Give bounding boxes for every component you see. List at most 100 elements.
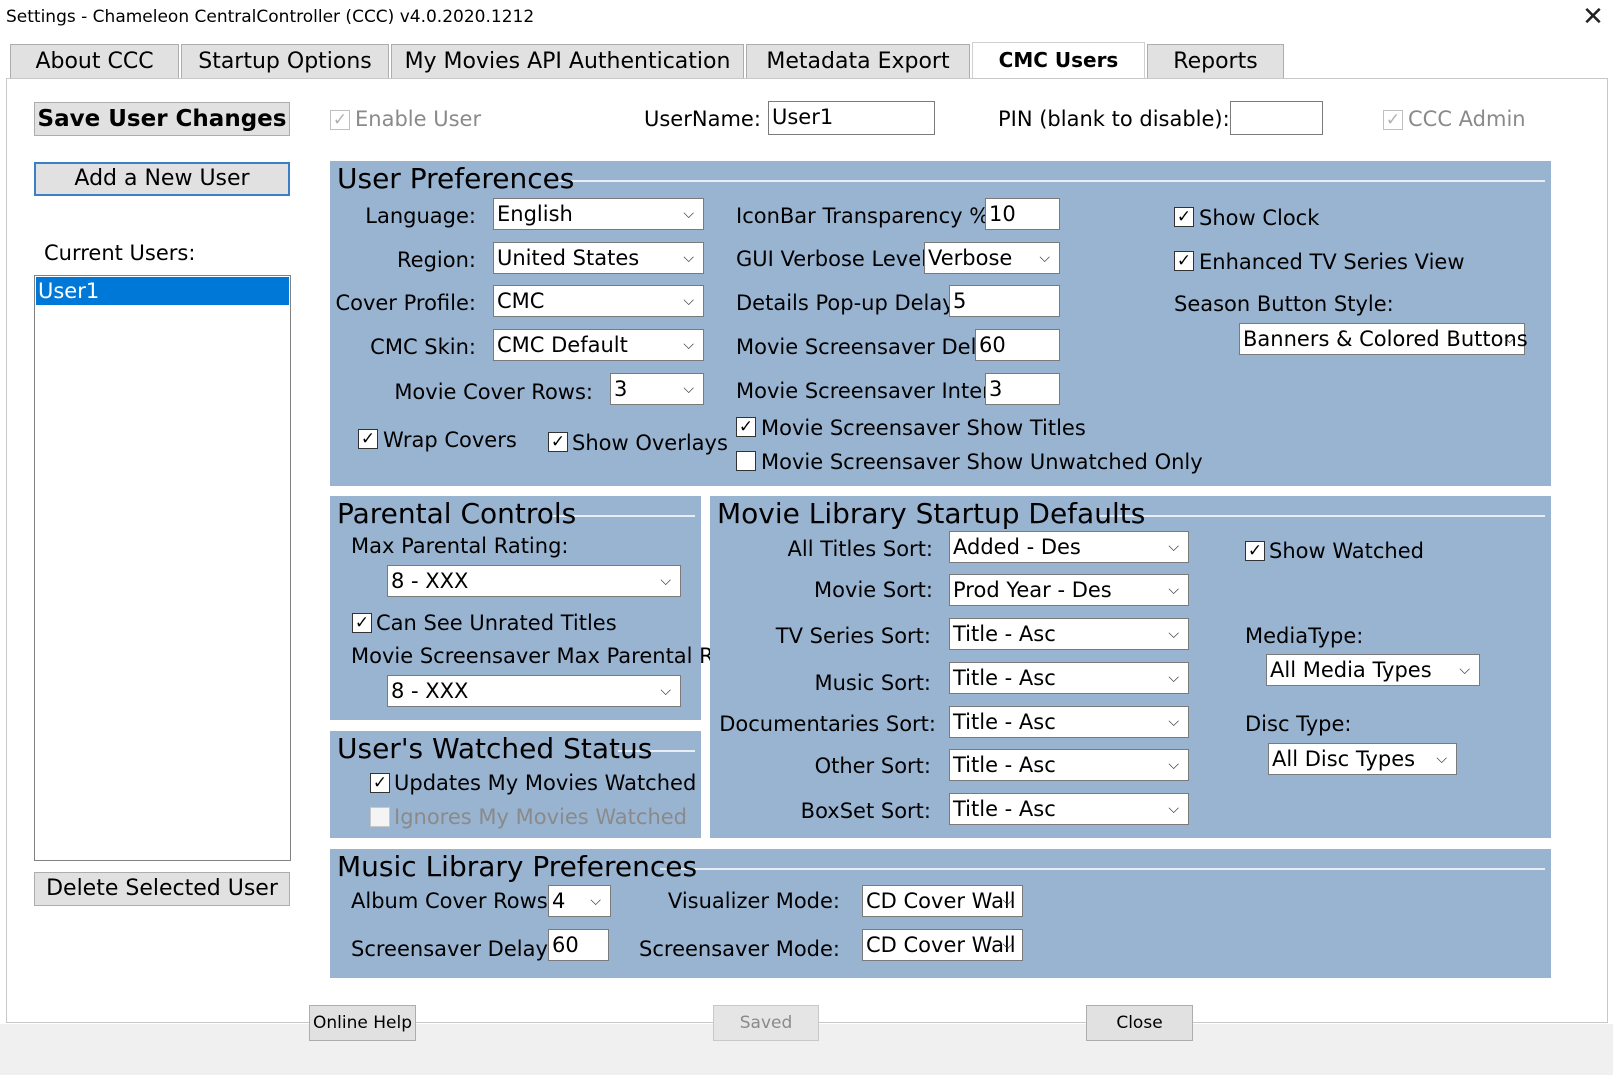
screensaver-unwatched-checkbox[interactable] (736, 451, 756, 471)
watched-status-title: User's Watched Status (337, 732, 653, 765)
screensaver-titles-label: Movie Screensaver Show Titles (761, 416, 1086, 440)
language-select[interactable]: English ⌵ (493, 198, 704, 230)
close-icon[interactable]: ✕ (1578, 2, 1608, 32)
screensaver-titles-checkbox[interactable]: ✓ (736, 417, 756, 437)
music-library-title: Music Library Preferences (337, 850, 698, 883)
unrated-titles-checkbox[interactable]: ✓ (352, 613, 372, 633)
language-value: English (497, 202, 573, 226)
show-overlays-checkbox[interactable]: ✓ (548, 432, 568, 452)
show-watched-checkbox[interactable]: ✓ (1245, 541, 1265, 561)
other-sort-value: Title - Asc (953, 753, 1056, 777)
chevron-down-icon: ⌵ (1168, 801, 1179, 817)
tab-about-ccc[interactable]: About CCC (10, 44, 179, 78)
cover-profile-label: Cover Profile: (335, 291, 476, 315)
tab-reports[interactable]: Reports (1147, 44, 1284, 78)
movie-sort-label: Movie Sort: (814, 578, 933, 602)
chevron-down-icon: ⌵ (1168, 539, 1179, 555)
iconbar-transparency-input[interactable]: 10 (985, 198, 1060, 230)
boxset-sort-value: Title - Asc (953, 797, 1056, 821)
add-user-button[interactable]: Add a New User (34, 162, 290, 196)
username-input[interactable]: User1 (768, 101, 935, 135)
gui-verbose-select[interactable]: Verbose ⌵ (924, 242, 1060, 274)
pin-label: PIN (blank to disable): (998, 107, 1230, 131)
chevron-down-icon: ⌵ (1002, 893, 1013, 909)
delete-user-button[interactable]: Delete Selected User (34, 872, 290, 906)
chevron-down-icon: ⌵ (660, 683, 671, 699)
enable-user-checkbox[interactable]: ✓ (330, 110, 350, 130)
screensaver-unwatched-label: Movie Screensaver Show Unwatched Only (761, 450, 1203, 474)
tab-startup-options[interactable]: Startup Options (181, 44, 389, 78)
ignores-watched-label: Ignores My Movies Watched (394, 805, 688, 829)
screensaver-interval-input[interactable]: 3 (985, 373, 1060, 405)
chevron-down-icon: ⌵ (1168, 582, 1179, 598)
chevron-down-icon: ⌵ (1168, 670, 1179, 686)
screensaver-delay-label: Movie Screensaver Delay: (736, 335, 1008, 359)
max-rating-value: 8 - XXX (391, 569, 469, 593)
chevron-down-icon: ⌵ (1436, 751, 1447, 767)
music-sort-value: Title - Asc (953, 666, 1056, 690)
documentaries-sort-select[interactable]: Title - Asc ⌵ (949, 706, 1189, 738)
season-style-select[interactable]: Banners & Colored Buttons ⌵ (1239, 323, 1528, 355)
chevron-down-icon: ⌵ (1459, 662, 1470, 678)
media-type-label: MediaType: (1245, 624, 1364, 648)
music-library-group: Music Library Preferences Album Cover Ro… (330, 849, 1551, 978)
show-overlays-label: Show Overlays (572, 431, 728, 455)
updates-watched-checkbox[interactable]: ✓ (370, 773, 390, 793)
saved-button[interactable]: Saved (713, 1005, 819, 1041)
tab-my-movies-api[interactable]: My Movies API Authentication (391, 44, 744, 78)
max-rating-label: Max Parental Rating: (351, 534, 569, 558)
enhanced-tv-label: Enhanced TV Series View (1199, 250, 1465, 274)
pin-input[interactable] (1230, 101, 1323, 135)
all-titles-sort-select[interactable]: Added - Des ⌵ (949, 531, 1189, 563)
chevron-down-icon: ⌵ (1168, 626, 1179, 642)
close-button[interactable]: Close (1086, 1005, 1193, 1041)
cover-profile-select[interactable]: CMC ⌵ (493, 285, 704, 317)
details-delay-input[interactable]: 5 (949, 285, 1060, 317)
disc-type-select[interactable]: All Disc Types ⌵ (1268, 743, 1457, 775)
media-type-select[interactable]: All Media Types ⌵ (1266, 654, 1480, 686)
album-cover-rows-select[interactable]: 4 ⌵ (548, 885, 611, 917)
ccc-admin-checkbox[interactable]: ✓ (1383, 110, 1403, 130)
language-label: Language: (365, 204, 476, 228)
users-listbox[interactable]: User1 (34, 275, 291, 861)
region-label: Region: (397, 248, 476, 272)
visualizer-mode-value: CD Cover Wall (866, 889, 1016, 913)
tab-metadata-export[interactable]: Metadata Export (746, 44, 970, 78)
screensaver-max-rating-select[interactable]: 8 - XXX ⌵ (387, 675, 681, 707)
music-sort-select[interactable]: Title - Asc ⌵ (949, 662, 1189, 694)
music-sort-label: Music Sort: (814, 671, 931, 695)
tab-cmc-users[interactable]: CMC Users (972, 42, 1145, 79)
region-select[interactable]: United States ⌵ (493, 242, 704, 274)
tv-series-sort-label: TV Series Sort: (775, 624, 931, 648)
music-screensaver-mode-value: CD Cover Wall (866, 933, 1016, 957)
movie-cover-rows-select[interactable]: 3 ⌵ (610, 373, 704, 405)
save-user-changes-button[interactable]: Save User Changes (34, 102, 290, 136)
all-titles-sort-value: Added - Des (953, 535, 1081, 559)
documentaries-sort-label: Documentaries Sort: (719, 712, 936, 736)
chevron-down-icon: ⌵ (683, 381, 694, 397)
music-screensaver-mode-select[interactable]: CD Cover Wall ⌵ (862, 929, 1023, 961)
username-label: UserName: (644, 107, 761, 131)
ignores-watched-checkbox[interactable] (370, 807, 390, 827)
iconbar-transparency-label: IconBar Transparency %: (736, 204, 997, 228)
wrap-covers-checkbox[interactable]: ✓ (358, 429, 378, 449)
movie-cover-rows-value: 3 (614, 377, 628, 401)
screensaver-delay-input[interactable]: 60 (975, 329, 1060, 361)
all-titles-sort-label: All Titles Sort: (787, 537, 933, 561)
enhanced-tv-checkbox[interactable]: ✓ (1174, 251, 1194, 271)
group-divider (660, 868, 1545, 870)
online-help-button[interactable]: Online Help (309, 1005, 416, 1041)
other-sort-select[interactable]: Title - Asc ⌵ (949, 749, 1189, 781)
tv-series-sort-select[interactable]: Title - Asc ⌵ (949, 618, 1189, 650)
chevron-down-icon: ⌵ (1168, 757, 1179, 773)
music-screensaver-delay-label: Screensaver Delay: (351, 937, 554, 961)
cmc-skin-select[interactable]: CMC Default ⌵ (493, 329, 704, 361)
list-item[interactable]: User1 (36, 277, 289, 305)
show-clock-checkbox[interactable]: ✓ (1174, 207, 1194, 227)
chevron-down-icon: ⌵ (683, 206, 694, 222)
music-screensaver-delay-input[interactable]: 60 (548, 929, 609, 961)
boxset-sort-select[interactable]: Title - Asc ⌵ (949, 793, 1189, 825)
visualizer-mode-select[interactable]: CD Cover Wall ⌵ (862, 885, 1023, 917)
max-rating-select[interactable]: 8 - XXX ⌵ (387, 565, 681, 597)
movie-sort-select[interactable]: Prod Year - Des ⌵ (949, 574, 1189, 606)
